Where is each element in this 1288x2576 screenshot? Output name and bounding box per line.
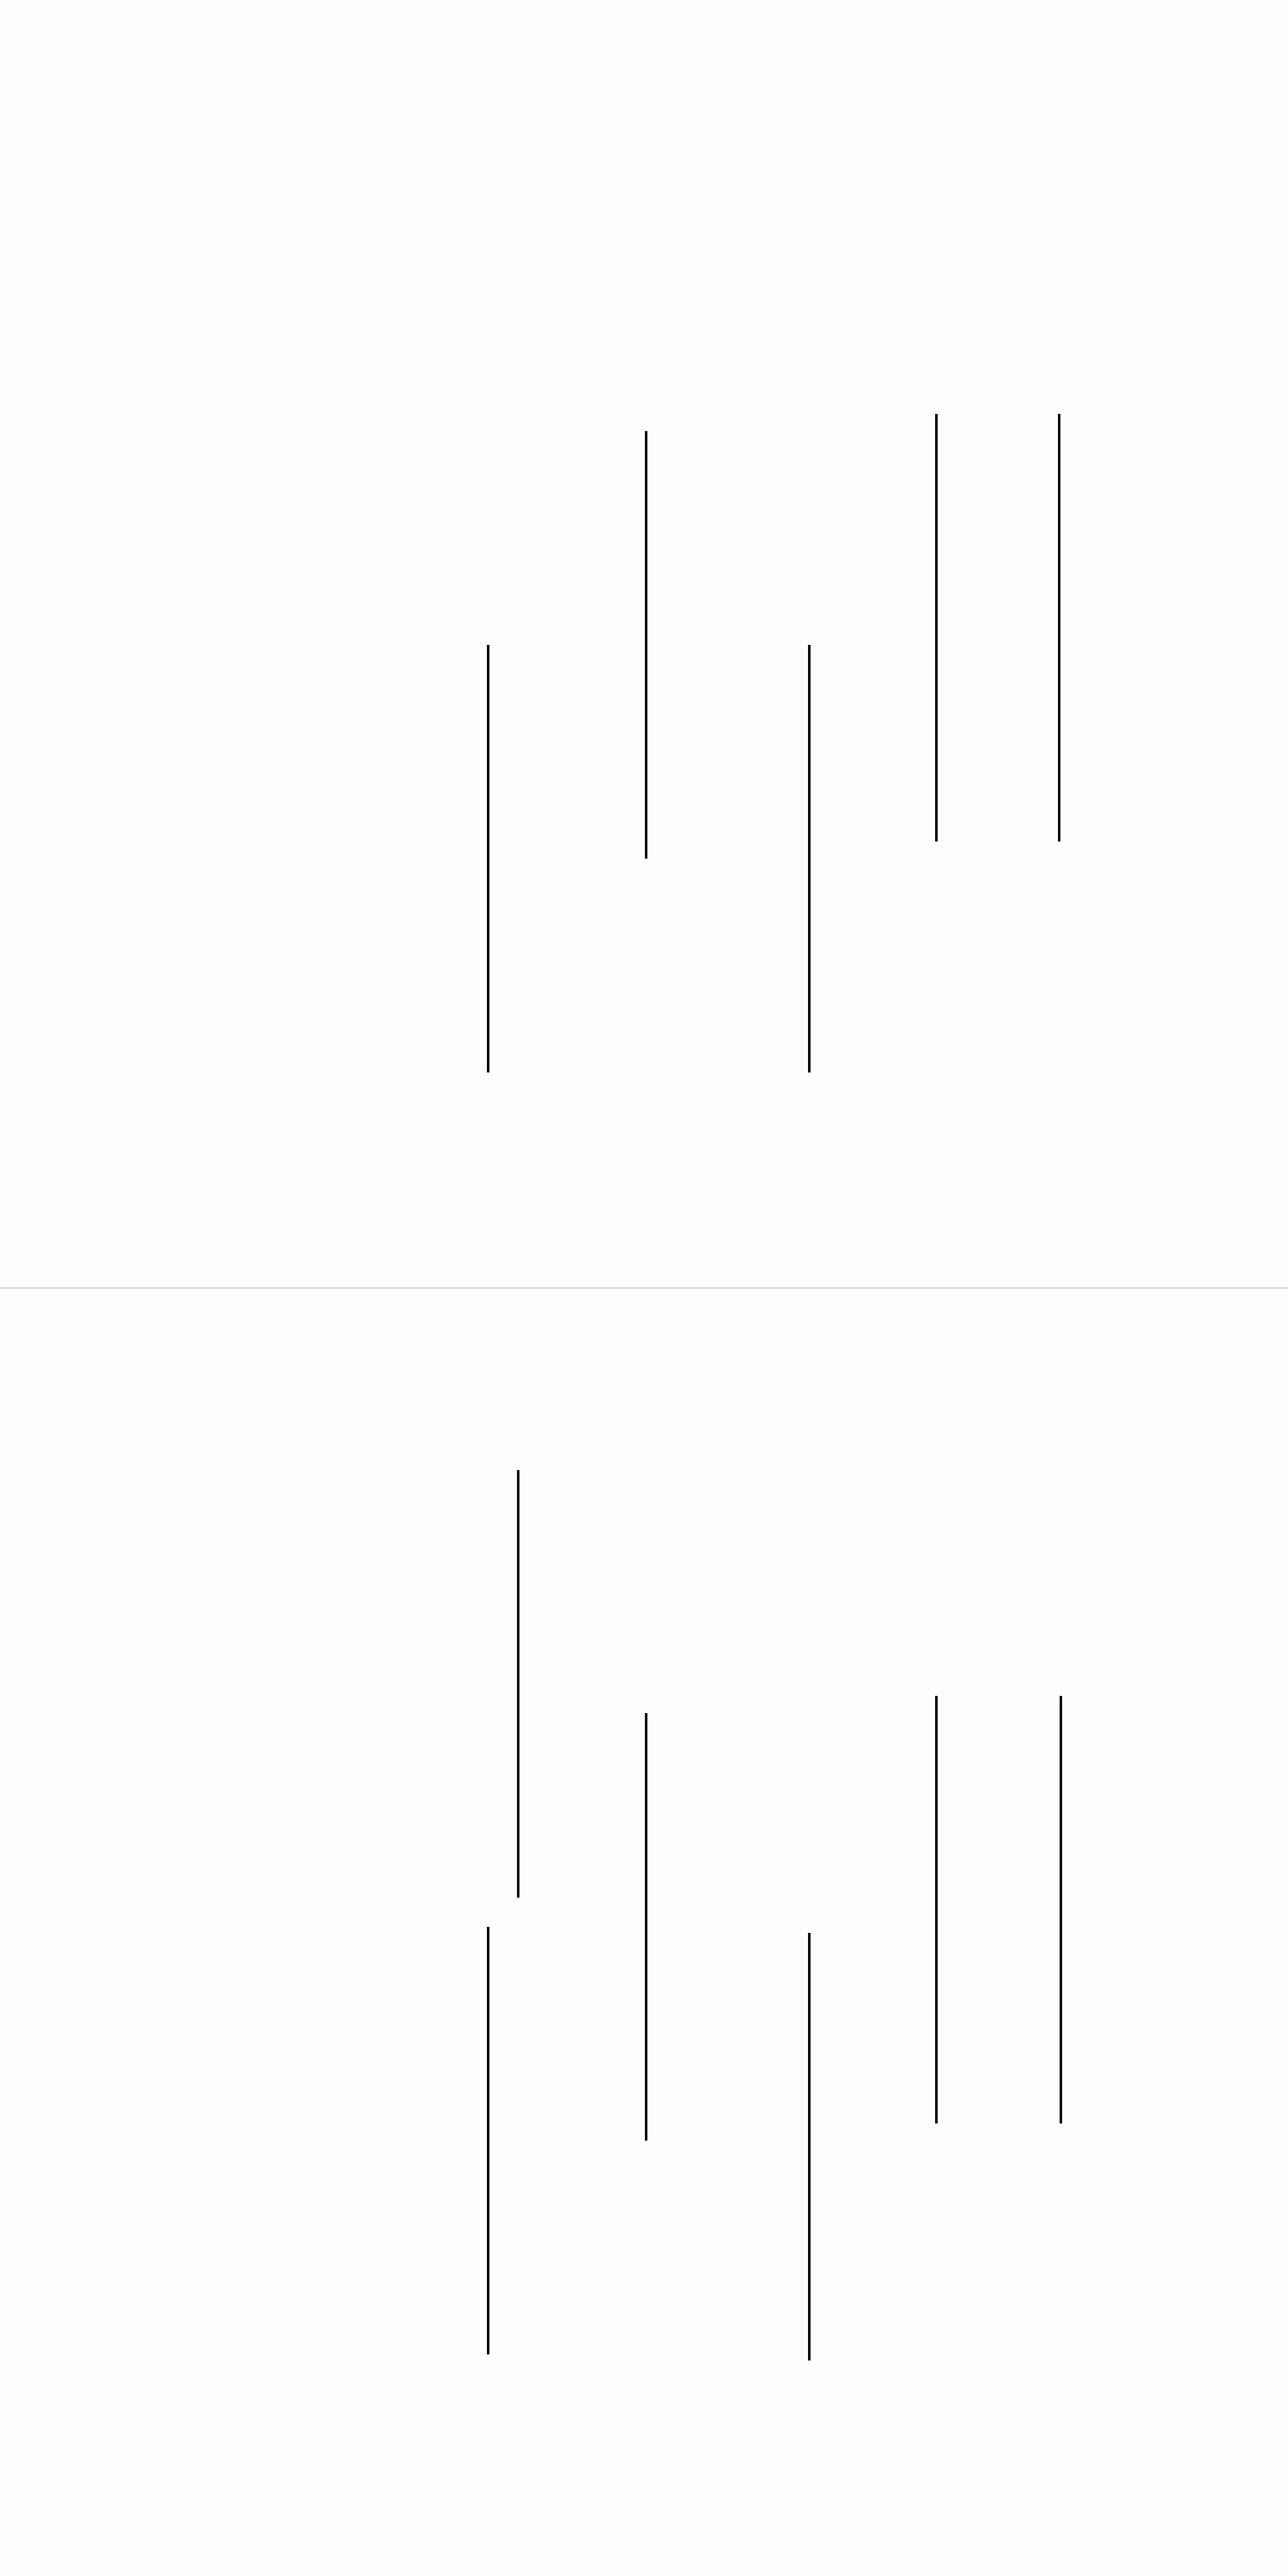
vertical-stroke <box>807 645 811 1072</box>
top-panel <box>0 0 1288 1287</box>
vertical-stroke <box>934 414 938 841</box>
vertical-stroke <box>486 1927 489 2354</box>
vertical-stroke <box>934 1696 938 2123</box>
vertical-stroke <box>486 645 489 1072</box>
vertical-stroke <box>807 1933 811 2360</box>
vertical-stroke <box>1057 414 1060 841</box>
vertical-stroke <box>516 1470 519 1898</box>
bottom-panel <box>0 1289 1288 2576</box>
vertical-stroke <box>1059 1696 1062 2123</box>
vertical-stroke <box>644 431 647 859</box>
canvas <box>0 0 1288 2576</box>
vertical-stroke <box>644 1713 647 2141</box>
